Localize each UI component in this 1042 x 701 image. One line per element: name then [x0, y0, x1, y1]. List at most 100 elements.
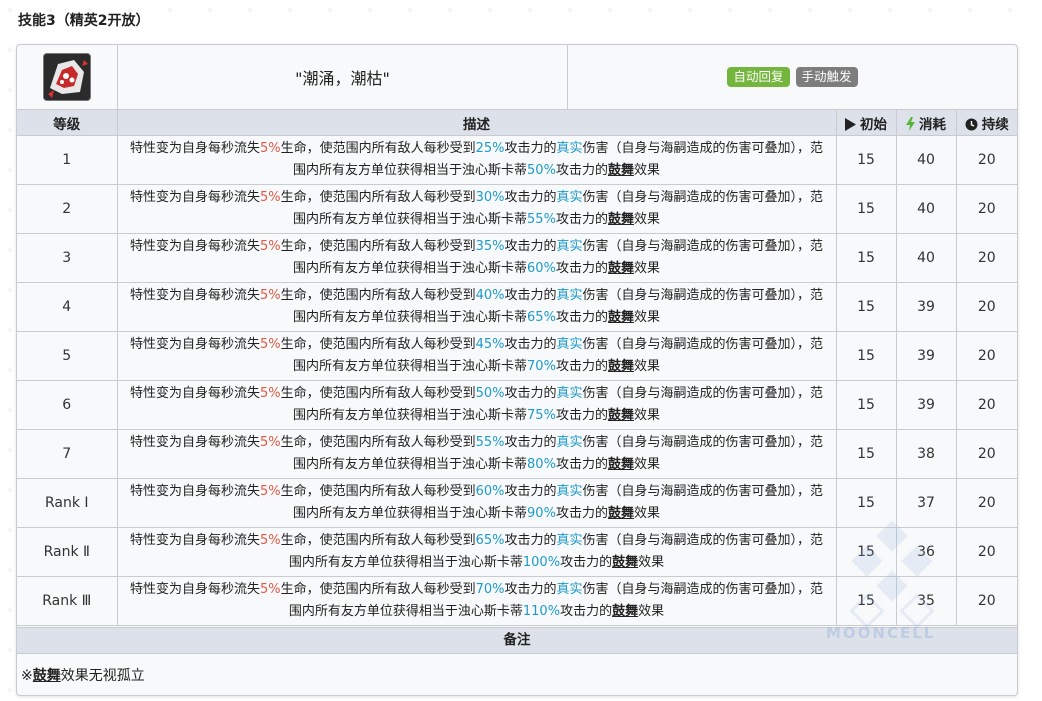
atk-ratio-value: 40% [475, 288, 505, 303]
desc-cell: 特性变为自身每秒流失5%生命，使范围内所有敌人每秒受到65%攻击力的真实伤害（自… [116, 527, 837, 577]
desc-text: 特性变为自身每秒流失 [129, 582, 260, 597]
lightning-icon [906, 116, 915, 131]
level-cell: 2 [17, 184, 118, 234]
hp-loss-value: 5% [259, 582, 281, 597]
buff-ratio-value: 100% [522, 555, 561, 570]
desc-text: 攻击力的 [555, 310, 608, 325]
header-duration-label: 持续 [981, 116, 1009, 133]
initial-cell: 15 [835, 282, 897, 332]
desc-text: 攻击力的 [504, 484, 557, 499]
hp-loss-value: 5% [259, 190, 281, 205]
inspire-link[interactable]: 鼓舞 [608, 506, 634, 521]
hp-loss-value: 5% [259, 386, 281, 401]
remarks-body: 效果无视孤立 [60, 668, 145, 684]
desc-text: 攻击力的 [504, 288, 557, 303]
desc-text: 特性变为自身每秒流失 [129, 435, 260, 450]
desc-text: 攻击力的 [504, 582, 557, 597]
true-damage-term: 真实 [556, 582, 583, 597]
desc-cell: 特性变为自身每秒流失5%生命，使范围内所有敌人每秒受到40%攻击力的真实伤害（自… [116, 282, 837, 332]
inspire-link[interactable]: 鼓舞 [608, 408, 634, 423]
hp-loss-value: 5% [259, 288, 281, 303]
desc-text: 生命，使范围内所有敌人每秒受到 [280, 533, 476, 548]
buff-ratio-value: 70% [527, 359, 556, 374]
buff-ratio-value: 65% [527, 310, 556, 325]
remarks-text: ※鼓舞效果无视孤立 [21, 665, 145, 685]
atk-ratio-value: 70% [475, 582, 505, 597]
skill-icon-cell [17, 45, 118, 109]
table-row: 1 特性变为自身每秒流失5%生命，使范围内所有敌人每秒受到25%攻击力的真实伤害… [17, 135, 1017, 185]
section-heading: 技能3（精英2开放） [18, 13, 150, 29]
desc-text: 攻击力的 [504, 239, 557, 254]
play-triangle-icon [845, 117, 856, 131]
header-desc: 描述 [116, 109, 837, 136]
cost-cell: 39 [895, 380, 957, 430]
inspire-link[interactable]: 鼓舞 [608, 212, 634, 227]
inspire-link[interactable]: 鼓舞 [608, 163, 634, 178]
hp-loss-value: 5% [259, 533, 281, 548]
desc-text: 攻击力的 [560, 555, 613, 570]
hp-loss-value: 5% [259, 484, 281, 499]
tag-manual-trigger: 手动触发 [795, 67, 858, 87]
hp-loss-value: 5% [259, 337, 281, 352]
desc-text: 攻击力的 [555, 261, 608, 276]
desc-text: 效果 [633, 310, 660, 325]
header-duration: 持续 [955, 109, 1017, 136]
skill-header-row: "潮涌，潮枯" 自动回复 手动触发 [17, 45, 1017, 109]
watermark-logo [849, 520, 935, 629]
duration-cell: 20 [955, 576, 1017, 626]
inspire-link[interactable]: 鼓舞 [608, 359, 634, 374]
cost-cell: 38 [895, 429, 957, 479]
desc-text: 攻击力的 [504, 190, 557, 205]
desc-text: 特性变为自身每秒流失 [129, 288, 260, 303]
desc-text: 效果 [633, 506, 660, 521]
desc-text: 生命，使范围内所有敌人每秒受到 [280, 190, 476, 205]
inspire-link[interactable]: 鼓舞 [33, 668, 61, 684]
buff-ratio-value: 60% [527, 261, 556, 276]
desc-text: 效果 [633, 408, 660, 423]
desc-text: 效果 [633, 359, 660, 374]
inspire-link[interactable]: 鼓舞 [612, 555, 638, 570]
level-cell: Rank Ⅱ [17, 527, 118, 577]
true-damage-term: 真实 [556, 190, 583, 205]
desc-text: 特性变为自身每秒流失 [129, 337, 260, 352]
desc-text: 生命，使范围内所有敌人每秒受到 [280, 141, 476, 156]
desc-text: 效果 [638, 604, 665, 619]
inspire-link[interactable]: 鼓舞 [612, 604, 638, 619]
hp-loss-value: 5% [259, 141, 281, 156]
atk-ratio-value: 35% [475, 239, 505, 254]
header-cost-label: 消耗 [919, 116, 946, 133]
atk-ratio-value: 50% [475, 386, 505, 401]
inspire-link[interactable]: 鼓舞 [608, 310, 634, 325]
desc-text: 生命，使范围内所有敌人每秒受到 [280, 484, 476, 499]
duration-cell: 20 [955, 135, 1017, 185]
header-initial-label: 初始 [860, 116, 887, 133]
desc-text: 攻击力的 [560, 604, 613, 619]
initial-cell: 15 [835, 135, 897, 185]
table-row: 7 特性变为自身每秒流失5%生命，使范围内所有敌人每秒受到55%攻击力的真实伤害… [17, 429, 1017, 479]
true-damage-term: 真实 [556, 239, 583, 254]
header-level: 等级 [17, 109, 118, 136]
cost-cell: 40 [895, 233, 957, 283]
desc-text: 效果 [638, 555, 665, 570]
desc-text: 生命，使范围内所有敌人每秒受到 [280, 288, 476, 303]
true-damage-term: 真实 [556, 533, 583, 548]
desc-text: 攻击力的 [504, 533, 557, 548]
level-cell: 6 [17, 380, 118, 430]
remarks-prefix: ※ [21, 668, 33, 684]
table-row: 4 特性变为自身每秒流失5%生命，使范围内所有敌人每秒受到40%攻击力的真实伤害… [17, 282, 1017, 332]
table-row: 5 特性变为自身每秒流失5%生命，使范围内所有敌人每秒受到45%攻击力的真实伤害… [17, 331, 1017, 381]
level-cell: 5 [17, 331, 118, 381]
inspire-link[interactable]: 鼓舞 [608, 261, 634, 276]
initial-cell: 15 [835, 331, 897, 381]
level-cell: 3 [17, 233, 118, 283]
desc-text: 生命，使范围内所有敌人每秒受到 [280, 337, 476, 352]
duration-cell: 20 [955, 282, 1017, 332]
desc-cell: 特性变为自身每秒流失5%生命，使范围内所有敌人每秒受到35%攻击力的真实伤害（自… [116, 233, 837, 283]
true-damage-term: 真实 [556, 386, 583, 401]
watermark-text: MOONCELL [826, 624, 936, 642]
skill-tags: 自动回复 手动触发 [568, 45, 1017, 109]
inspire-link[interactable]: 鼓舞 [608, 457, 634, 472]
duration-cell: 20 [955, 184, 1017, 234]
desc-text: 效果 [633, 261, 660, 276]
desc-text: 攻击力的 [504, 386, 557, 401]
